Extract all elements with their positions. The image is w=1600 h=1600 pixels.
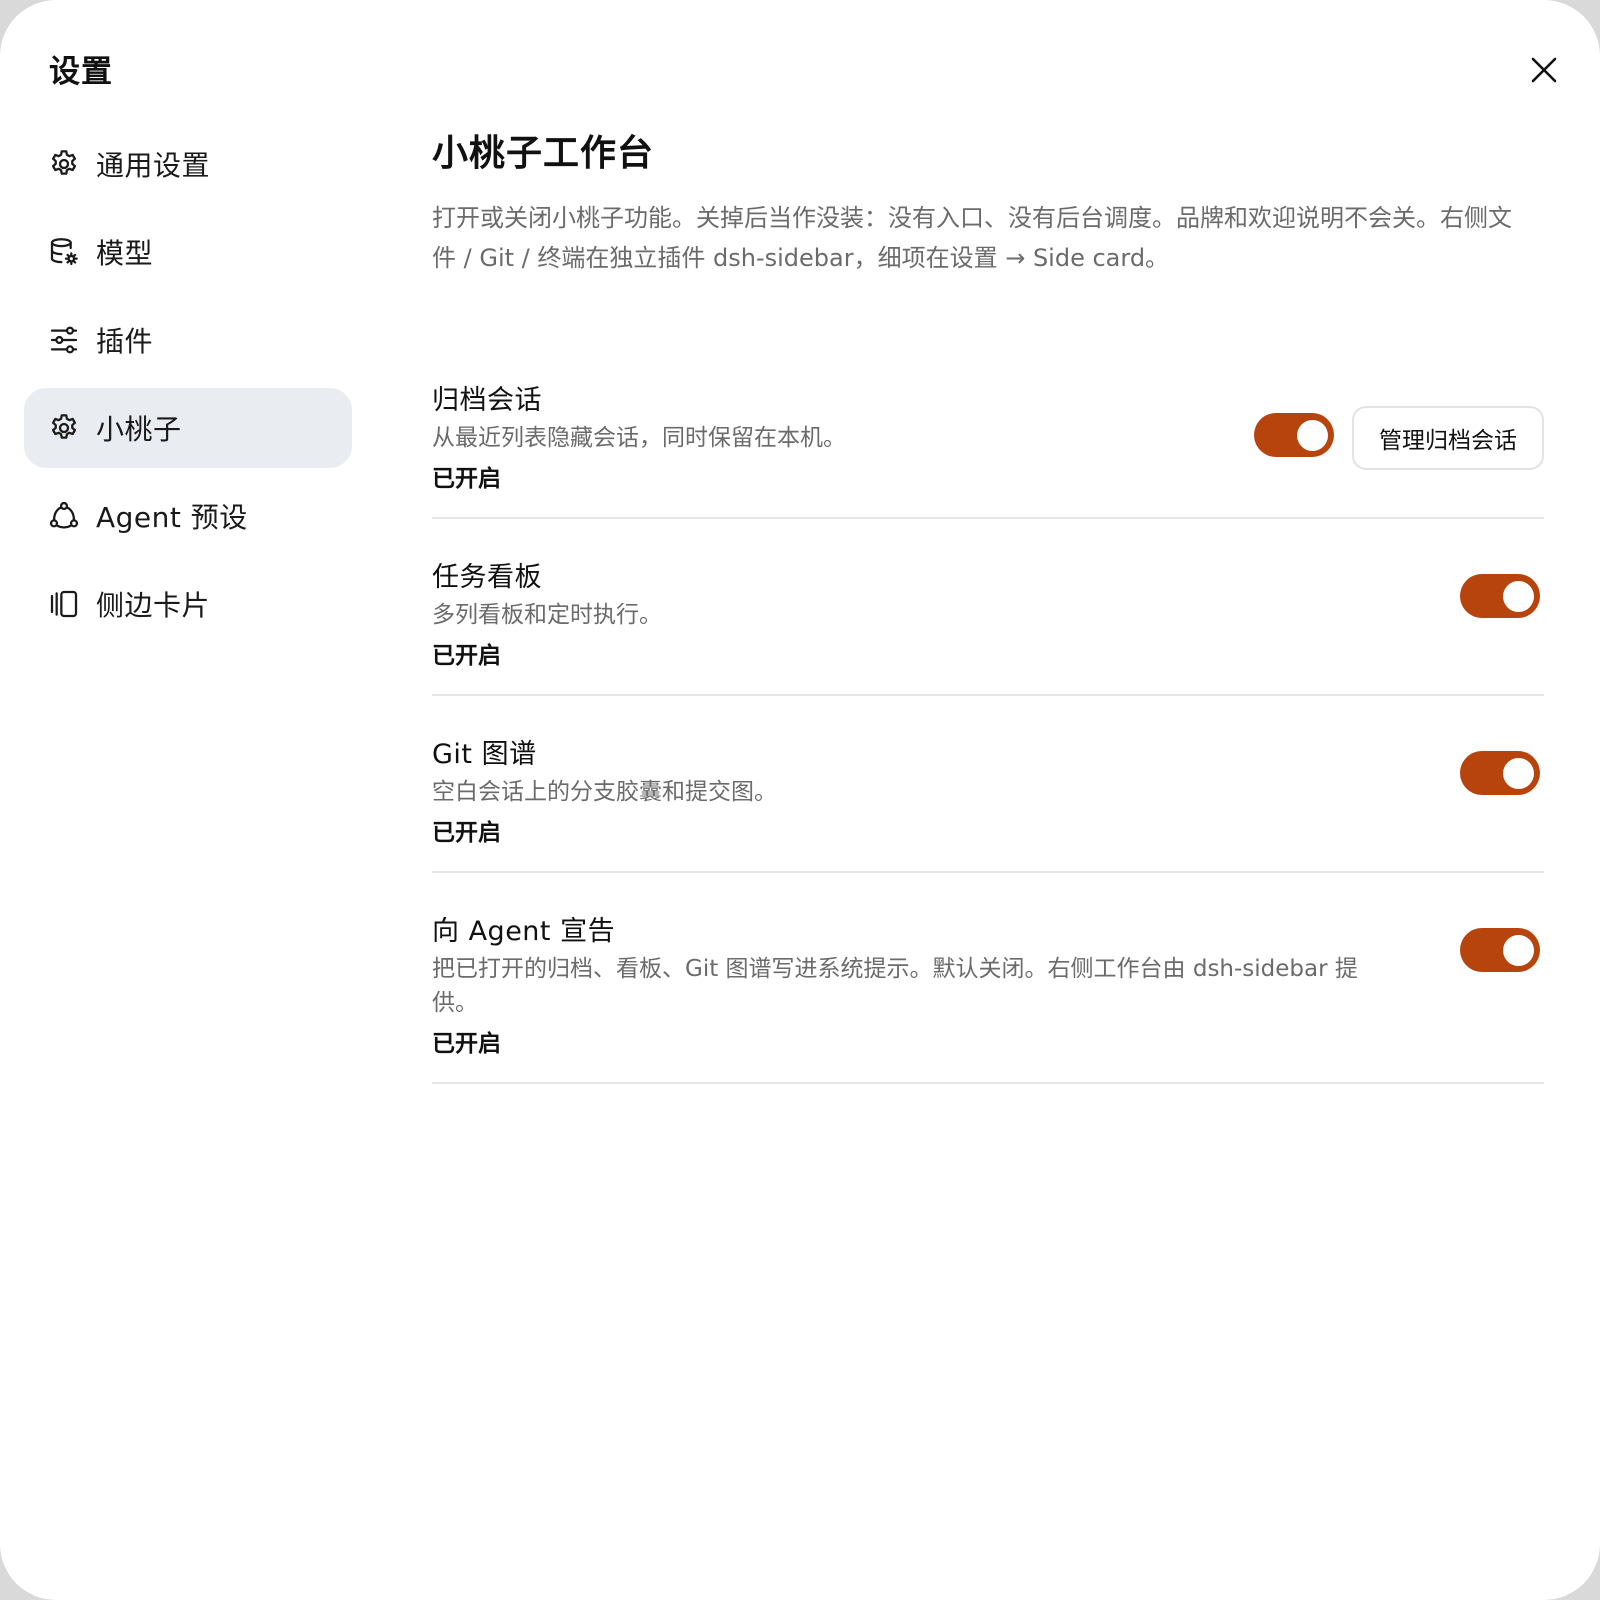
sidebar-item-side-cards[interactable]: 侧边卡片 [24, 564, 352, 644]
setting-row-task-board: 任务看板 多列看板和定时执行。 已开启 [432, 519, 1544, 696]
setting-status: 已开启 [432, 1031, 501, 1057]
sidebar-item-xiaotaozi[interactable]: 小桃子 [24, 388, 352, 468]
setting-row-announce-agent: 向 Agent 宣告 把已打开的归档、看板、Git 图谱写进系统提示。默认关闭。… [432, 873, 1544, 1084]
side-card-icon [46, 586, 82, 622]
announce-agent-toggle[interactable] [1460, 928, 1540, 972]
main-content: 小桃子工作台 打开或关闭小桃子功能。关掉后当作没装：没有入口、没有后台调度。品牌… [432, 124, 1544, 1084]
setting-title: 归档会话 [432, 385, 542, 416]
toggle-knob [1503, 581, 1534, 612]
agent-nodes-icon [46, 498, 82, 534]
toggle-knob [1503, 758, 1534, 789]
setting-description: 多列看板和定时执行。 [432, 602, 662, 628]
sidebar-item-label: 通用设置 [96, 149, 211, 182]
git-graph-toggle[interactable] [1460, 751, 1540, 795]
close-icon [1531, 57, 1557, 83]
sidebar-item-label: 插件 [96, 325, 154, 358]
sliders-icon [46, 322, 82, 358]
settings-list: 归档会话 从最近列表隐藏会话，同时保留在本机。 已开启 管理归档会话 任务看板 … [432, 378, 1544, 1084]
database-gear-icon [46, 234, 82, 270]
page-description: 打开或关闭小桃子功能。关掉后当作没装：没有入口、没有后台调度。品牌和欢迎说明不会… [432, 204, 1512, 272]
gear-icon [46, 146, 82, 182]
gear-icon [46, 410, 82, 446]
setting-status: 已开启 [432, 643, 501, 669]
setting-row-git-graph: Git 图谱 空白会话上的分支胶囊和提交图。 已开启 [432, 696, 1544, 873]
manage-archive-button[interactable]: 管理归档会话 [1352, 406, 1544, 470]
sidebar-item-models[interactable]: 模型 [24, 212, 352, 292]
setting-title: 向 Agent 宣告 [432, 916, 616, 947]
sidebar-item-label: 侧边卡片 [96, 589, 211, 622]
setting-status: 已开启 [432, 466, 501, 492]
page-title: 小桃子工作台 [432, 133, 655, 174]
setting-description: 空白会话上的分支胶囊和提交图。 [432, 779, 777, 805]
sidebar-item-general[interactable]: 通用设置 [24, 124, 352, 204]
sidebar-item-agent-presets[interactable]: Agent 预设 [24, 476, 352, 556]
toggle-knob [1297, 420, 1328, 451]
setting-description: 从最近列表隐藏会话，同时保留在本机。 [432, 425, 846, 451]
sidebar-item-label: 小桃子 [96, 413, 182, 446]
setting-title: Git 图谱 [432, 739, 537, 770]
sidebar: 通用设置 模型 插件 小桃子 Agent 预设 侧边卡片 [24, 124, 352, 652]
archive-toggle[interactable] [1254, 413, 1334, 457]
close-button[interactable] [1526, 52, 1562, 88]
task-board-toggle[interactable] [1460, 574, 1540, 618]
sidebar-item-plugins[interactable]: 插件 [24, 300, 352, 380]
setting-title: 任务看板 [432, 562, 542, 593]
setting-row-archive: 归档会话 从最近列表隐藏会话，同时保留在本机。 已开启 管理归档会话 [432, 378, 1544, 519]
settings-window: 设置 通用设置 模型 插件 小桃子 Agent 预设 侧边卡片 小桃子工作台 打… [0, 0, 1600, 1600]
sidebar-item-label: 模型 [96, 237, 154, 270]
sidebar-item-label: Agent 预设 [96, 501, 248, 534]
setting-description: 把已打开的归档、看板、Git 图谱写进系统提示。默认关闭。右侧工作台由 dsh-… [432, 956, 1358, 1016]
setting-status: 已开启 [432, 820, 501, 846]
window-title: 设置 [49, 54, 113, 90]
toggle-knob [1503, 935, 1534, 966]
